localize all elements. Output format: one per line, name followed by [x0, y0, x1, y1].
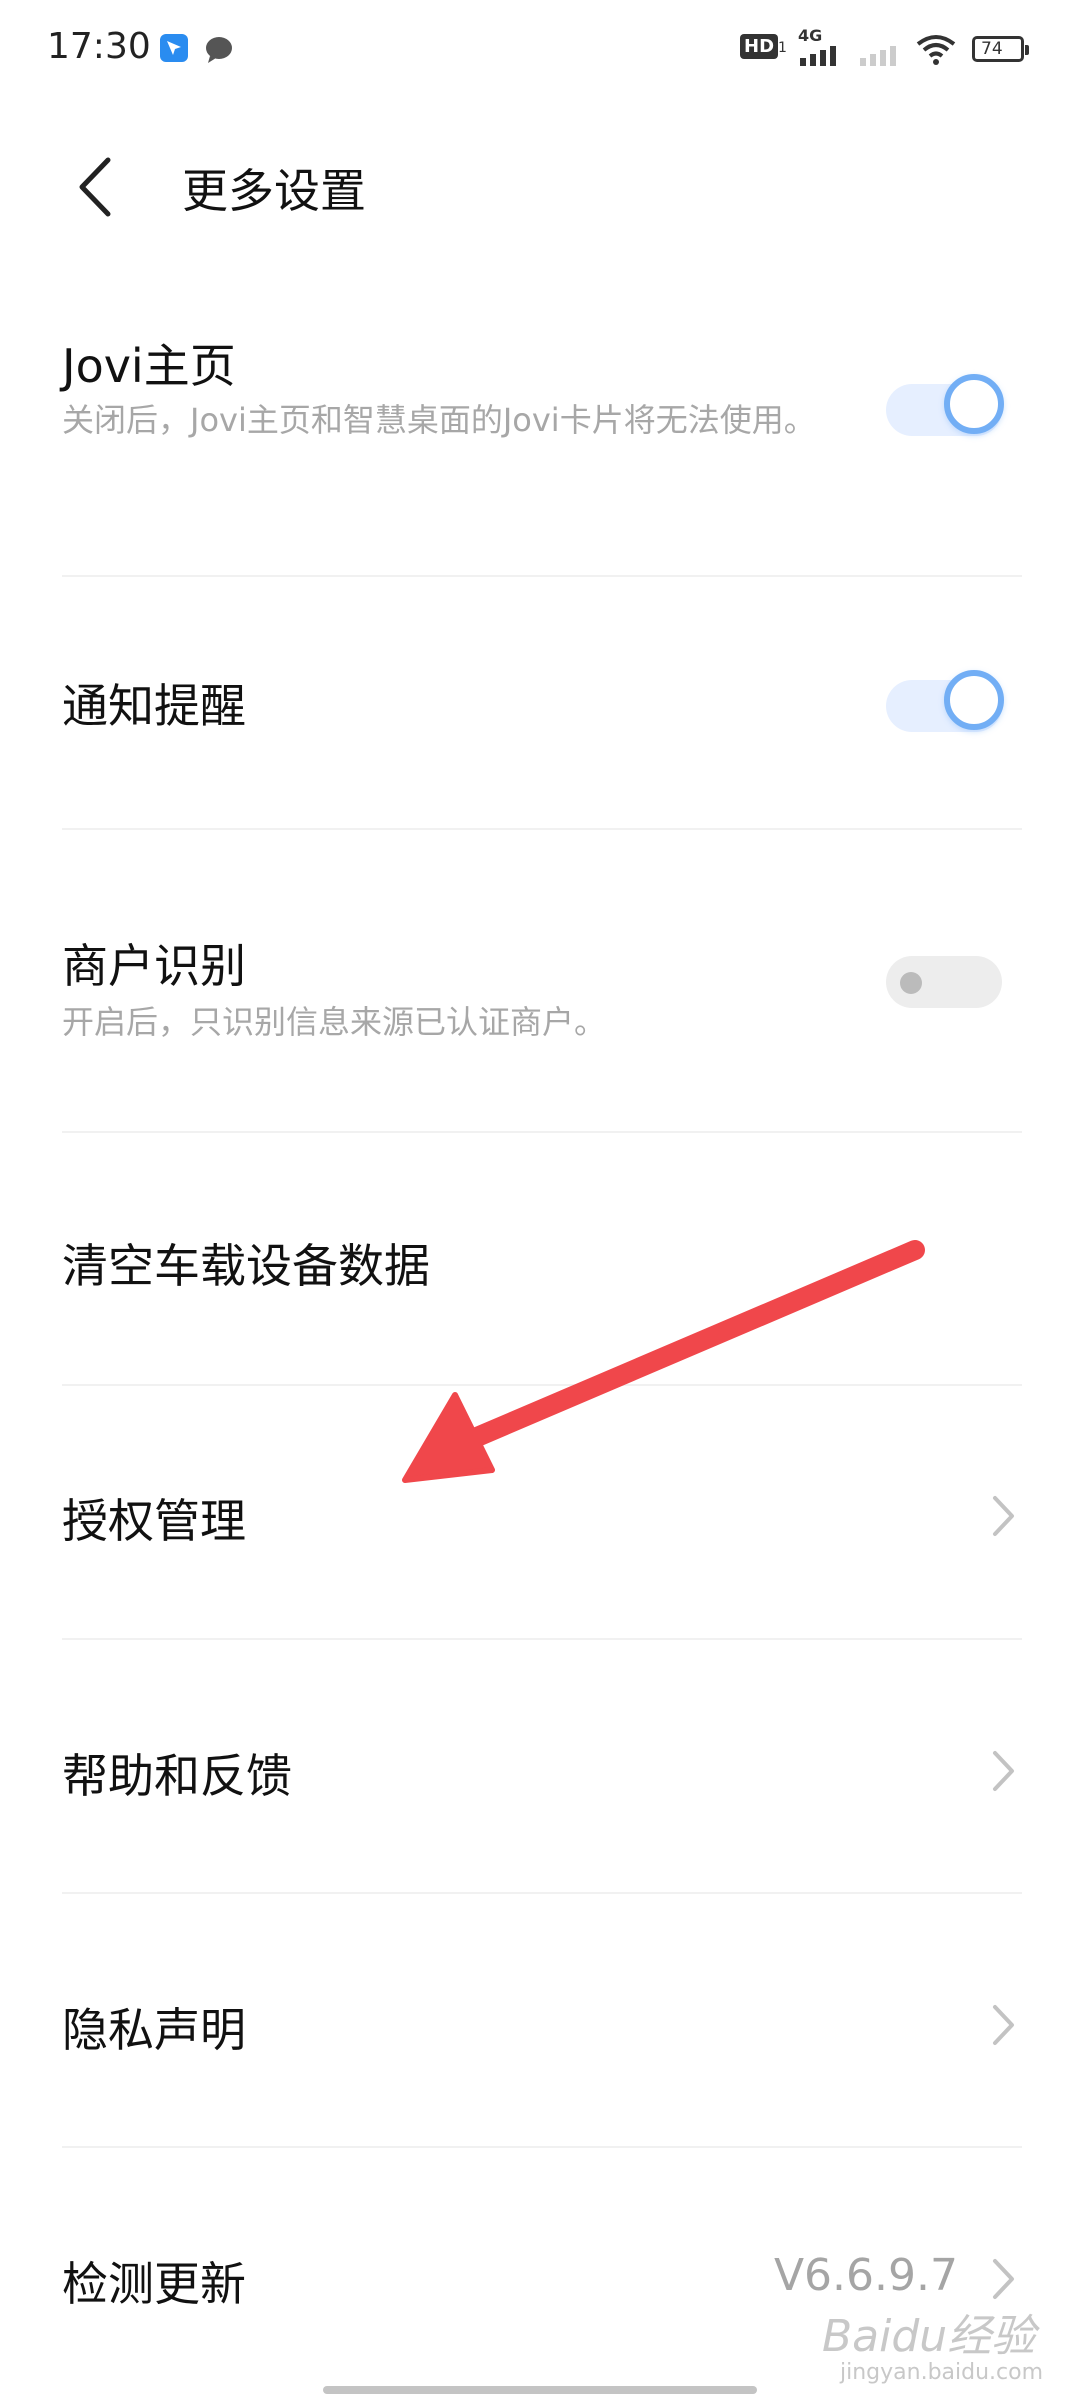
merchant-toggle[interactable]	[886, 956, 1002, 1008]
watermark-logo: Baidu经验	[822, 2311, 1036, 2362]
notify-title: 通知提醒	[62, 679, 246, 733]
home-indicator[interactable]	[323, 2386, 757, 2394]
toggle-knob	[900, 972, 922, 994]
privacy-title: 隐私声明	[62, 2003, 246, 2057]
merchant-title: 商户识别	[62, 939, 246, 993]
divider	[62, 1131, 1022, 1133]
update-title: 检测更新	[62, 2257, 246, 2311]
help-title: 帮助和反馈	[62, 1749, 292, 1803]
hd-icon: HD 1	[740, 34, 787, 59]
message-icon	[206, 37, 232, 63]
jovi-toggle[interactable]	[886, 374, 1004, 436]
toggle-knob	[944, 374, 1004, 434]
settings-row-help[interactable]: 帮助和反馈	[0, 1740, 1080, 1820]
settings-row-clear-car-data[interactable]: 清空车载设备数据	[0, 1230, 1080, 1310]
status-bar: 17:30 HD 1 4G 74	[0, 0, 1080, 100]
version-label: V6.6.9.7	[773, 2250, 958, 2301]
settings-row-auth[interactable]: 授权管理	[0, 1485, 1080, 1565]
divider	[62, 1638, 1022, 1640]
divider	[62, 828, 1022, 830]
settings-row-notify[interactable]: 通知提醒	[0, 670, 1080, 770]
notify-toggle[interactable]	[886, 670, 1004, 732]
toggle-knob	[944, 670, 1004, 730]
divider	[62, 1384, 1022, 1386]
jovi-description: 关闭后，Jovi主页和智慧桌面的Jovi卡片将无法使用。	[62, 401, 816, 439]
navigation-app-icon	[160, 34, 188, 62]
auth-title: 授权管理	[62, 1494, 246, 1548]
divider	[62, 2146, 1022, 2148]
merchant-description: 开启后，只识别信息来源已认证商户。	[62, 1003, 607, 1041]
divider	[62, 575, 1022, 577]
settings-row-privacy[interactable]: 隐私声明	[0, 1994, 1080, 2074]
chevron-right-icon	[993, 1496, 1014, 1536]
divider	[62, 1892, 1022, 1894]
wifi-icon	[916, 35, 956, 65]
status-time: 17:30	[47, 26, 151, 67]
battery-icon: 74	[972, 36, 1029, 62]
settings-row-merchant[interactable]: 商户识别 开启后，只识别信息来源已认证商户。	[0, 930, 1080, 1060]
page-title: 更多设置	[182, 164, 366, 218]
chevron-right-icon	[993, 2005, 1014, 2045]
settings-row-jovi[interactable]: Jovi主页 关闭后，Jovi主页和智慧桌面的Jovi卡片将无法使用。	[0, 330, 1080, 580]
back-icon[interactable]	[70, 152, 120, 222]
watermark-url: jingyan.baidu.com	[840, 2360, 1044, 2385]
chevron-right-icon	[993, 1751, 1014, 1791]
status-right: HD 1 4G 74	[740, 26, 1040, 70]
clear-car-data-title: 清空车载设备数据	[62, 1239, 430, 1293]
chevron-right-icon	[993, 2259, 1014, 2299]
jovi-title: Jovi主页	[62, 339, 236, 393]
